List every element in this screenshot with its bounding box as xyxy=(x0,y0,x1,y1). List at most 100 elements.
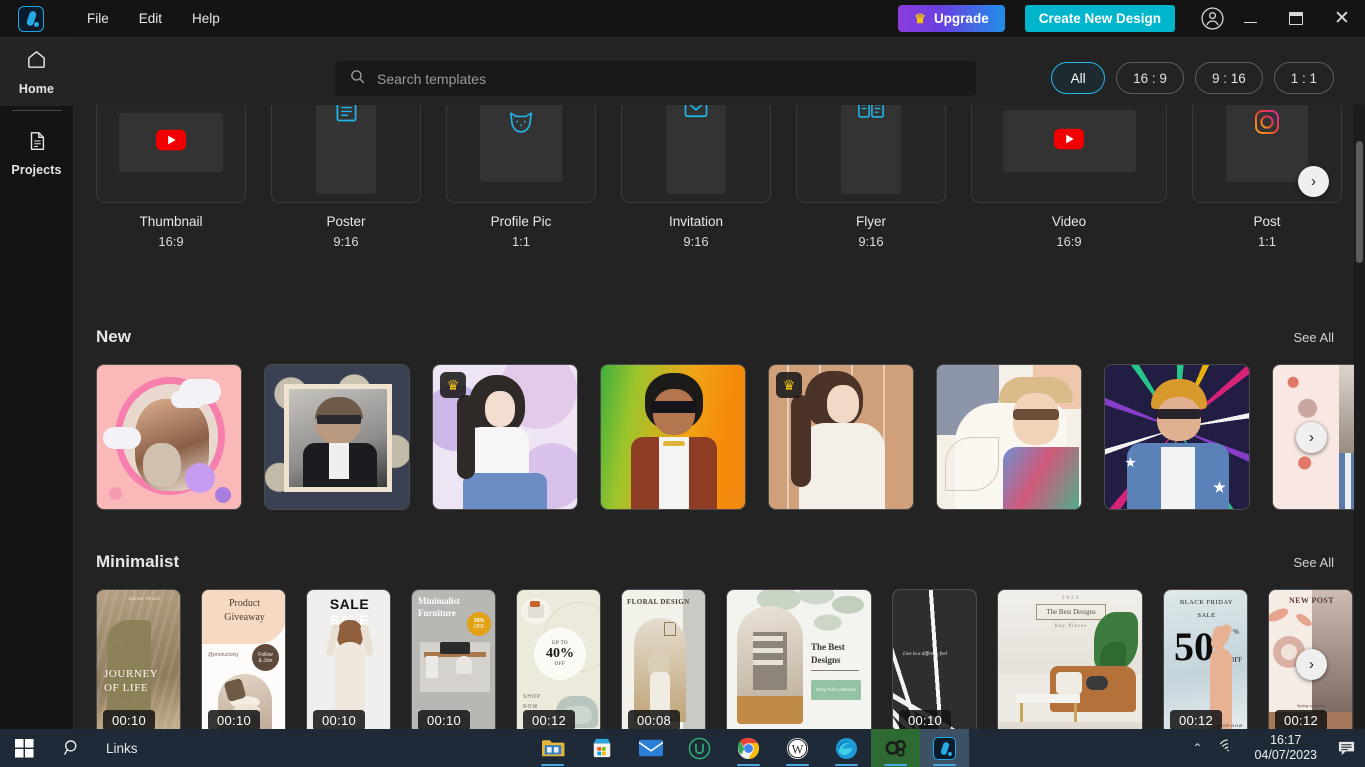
template-card[interactable]: UP TO 40% OFF SHOP NOW 00:12 xyxy=(516,589,601,729)
sidebar-item-home[interactable]: Home xyxy=(0,38,74,106)
template-card[interactable] xyxy=(936,364,1082,510)
template-text: 50 xyxy=(1174,624,1214,669)
menu-edit[interactable]: Edit xyxy=(126,6,175,31)
search-header: All 16 : 9 9 : 16 1 : 1 xyxy=(74,38,1365,105)
template-card[interactable]: ♛ xyxy=(768,364,914,510)
vertical-scrollbar[interactable] xyxy=(1354,105,1365,729)
template-card[interactable]: 2023 The Best Designs Key Pieces xyxy=(997,589,1143,729)
template-thumbnail: 2023 The Best Designs Key Pieces xyxy=(998,590,1142,729)
template-text: Live in a different feel xyxy=(903,652,947,657)
template-card[interactable] xyxy=(1104,364,1250,510)
window-minimize-button[interactable] xyxy=(1227,0,1273,38)
template-text: @productorig xyxy=(208,652,239,658)
title-bar: File Edit Help ♛ Upgrade Create New Desi… xyxy=(0,0,1365,38)
see-all-new[interactable]: See All xyxy=(1294,330,1334,345)
sidebar-item-projects[interactable]: Projects xyxy=(0,119,74,187)
duration-badge: 00:10 xyxy=(899,710,952,729)
tray-chevron-up-icon[interactable]: ⌃ xyxy=(1183,741,1211,755)
see-all-minimalist[interactable]: See All xyxy=(1294,555,1334,570)
taskbar-file-explorer-icon[interactable] xyxy=(528,729,577,767)
category-card-thumbnail[interactable]: Thumbnail 16:9 xyxy=(96,105,246,249)
category-card-invitation[interactable]: Invitation 9:16 xyxy=(621,105,771,249)
template-text: Designs xyxy=(811,655,841,665)
taskbar-search-icon[interactable] xyxy=(48,738,96,758)
filter-chip-9-16[interactable]: 9 : 16 xyxy=(1194,62,1263,94)
category-next-arrow[interactable]: › xyxy=(1298,166,1329,197)
template-thumbnail: SALE SALE SALE xyxy=(307,590,390,729)
category-name: Thumbnail xyxy=(139,214,203,229)
taskbar-microsoft-edge-icon[interactable] xyxy=(822,729,871,767)
notification-icon[interactable] xyxy=(1327,740,1365,757)
window-close-button[interactable]: ✕ xyxy=(1319,0,1365,38)
category-card-profile-pic[interactable]: Profile Pic 1:1 xyxy=(446,105,596,249)
filter-chip-all[interactable]: All xyxy=(1051,62,1106,94)
search-box[interactable] xyxy=(335,61,976,96)
sidebar-divider xyxy=(11,110,62,111)
taskbar-mail-icon[interactable] xyxy=(626,729,675,767)
template-card[interactable] xyxy=(600,364,746,510)
template-text: SHOP xyxy=(523,694,542,700)
main-content: All 16 : 9 9 : 16 1 : 1 xyxy=(74,38,1365,729)
filter-chip-16-9[interactable]: 16 : 9 xyxy=(1116,62,1184,94)
taskbar-settings-gear-app-icon[interactable] xyxy=(871,729,920,767)
document-icon xyxy=(26,130,48,157)
template-text: 40% xyxy=(546,646,574,661)
taskbar-wordpress-icon[interactable]: W xyxy=(773,729,822,767)
taskbar-clock[interactable]: 16:17 04/07/2023 xyxy=(1244,733,1327,763)
category-ratio: 16:9 xyxy=(158,234,184,249)
create-new-design-button[interactable]: Create New Design xyxy=(1024,5,1175,32)
template-card[interactable] xyxy=(264,364,410,510)
taskbar-links-label[interactable]: Links xyxy=(106,741,138,756)
app-logo-icon xyxy=(18,5,44,32)
crown-icon: ♛ xyxy=(914,11,926,26)
scrollbar-thumb[interactable] xyxy=(1356,141,1363,263)
menu-file[interactable]: File xyxy=(74,6,122,31)
template-card[interactable]: Live in a different feel 00:10 xyxy=(892,589,977,729)
new-next-arrow[interactable]: › xyxy=(1296,422,1327,453)
cat-face-icon xyxy=(507,110,535,140)
wifi-icon[interactable] xyxy=(1211,738,1244,758)
minimalist-row: Daniel Shunk JOURNEY OF LIFE 00:10 Produ… xyxy=(74,589,1365,729)
category-name: Post xyxy=(1253,214,1281,229)
minimalist-carousel: Daniel Shunk JOURNEY OF LIFE 00:10 Produ… xyxy=(74,589,1365,729)
upgrade-button[interactable]: ♛ Upgrade xyxy=(898,5,1005,32)
windows-start-icon[interactable] xyxy=(0,738,48,758)
template-thumbnail: UP TO 40% OFF SHOP NOW xyxy=(517,590,600,729)
template-thumbnail: The Best Designs Shop Full Collection xyxy=(727,590,871,729)
template-text: % xyxy=(1233,628,1239,636)
taskbar-design-app-icon[interactable] xyxy=(920,729,969,767)
section-minimalist: Minimalist See All Daniel Shunk JOURNEY xyxy=(74,552,1365,729)
template-text: Shop Full Collection xyxy=(815,687,857,692)
template-thumbnail: Live in a different feel xyxy=(893,590,976,729)
template-card[interactable]: Minimalist Furniture 50% OFF 00:10 xyxy=(411,589,496,729)
category-card-video[interactable]: Video 16:9 xyxy=(971,105,1167,249)
category-card-poster[interactable]: Poster 9:16 xyxy=(271,105,421,249)
duration-badge: 00:10 xyxy=(208,710,261,729)
category-card-flyer[interactable]: Flyer 9:16 xyxy=(796,105,946,249)
section-title-minimalist: Minimalist xyxy=(96,552,180,571)
template-text: Spring collection xyxy=(1296,703,1327,708)
template-card[interactable]: Daniel Shunk JOURNEY OF LIFE 00:10 xyxy=(96,589,181,729)
template-text: SALE xyxy=(1197,612,1216,619)
menu-bar: File Edit Help xyxy=(74,6,233,31)
taskbar-google-chrome-icon[interactable] xyxy=(724,729,773,767)
template-card[interactable]: ♛ xyxy=(432,364,578,510)
template-card[interactable]: The Best Designs Shop Full Collection xyxy=(726,589,872,729)
category-ratio: 9:16 xyxy=(858,234,884,249)
template-card[interactable]: SALE SALE SALE 00:10 xyxy=(306,589,391,729)
window-maximize-button[interactable] xyxy=(1273,0,1319,38)
taskbar-microsoft-store-icon[interactable] xyxy=(577,729,626,767)
template-card[interactable]: BLACK FRIDAY SALE 50 % OFF SHOP NOW 00:1 xyxy=(1163,589,1248,729)
filter-chip-1-1[interactable]: 1 : 1 xyxy=(1273,62,1334,94)
taskbar-u-app-icon[interactable] xyxy=(675,729,724,767)
menu-help[interactable]: Help xyxy=(179,6,233,31)
template-card[interactable]: Product Giveaway @productorig Follow & J… xyxy=(201,589,286,729)
template-card[interactable]: FLORAL DESIGN 00:08 xyxy=(621,589,706,729)
application-window: File Edit Help ♛ Upgrade Create New Desi… xyxy=(0,0,1365,767)
search-input[interactable] xyxy=(377,70,962,87)
minimalist-next-arrow[interactable]: › xyxy=(1296,649,1327,680)
account-icon[interactable] xyxy=(1197,4,1227,34)
section-title-new: New xyxy=(96,327,131,346)
template-card[interactable] xyxy=(96,364,242,510)
home-icon xyxy=(25,48,48,76)
